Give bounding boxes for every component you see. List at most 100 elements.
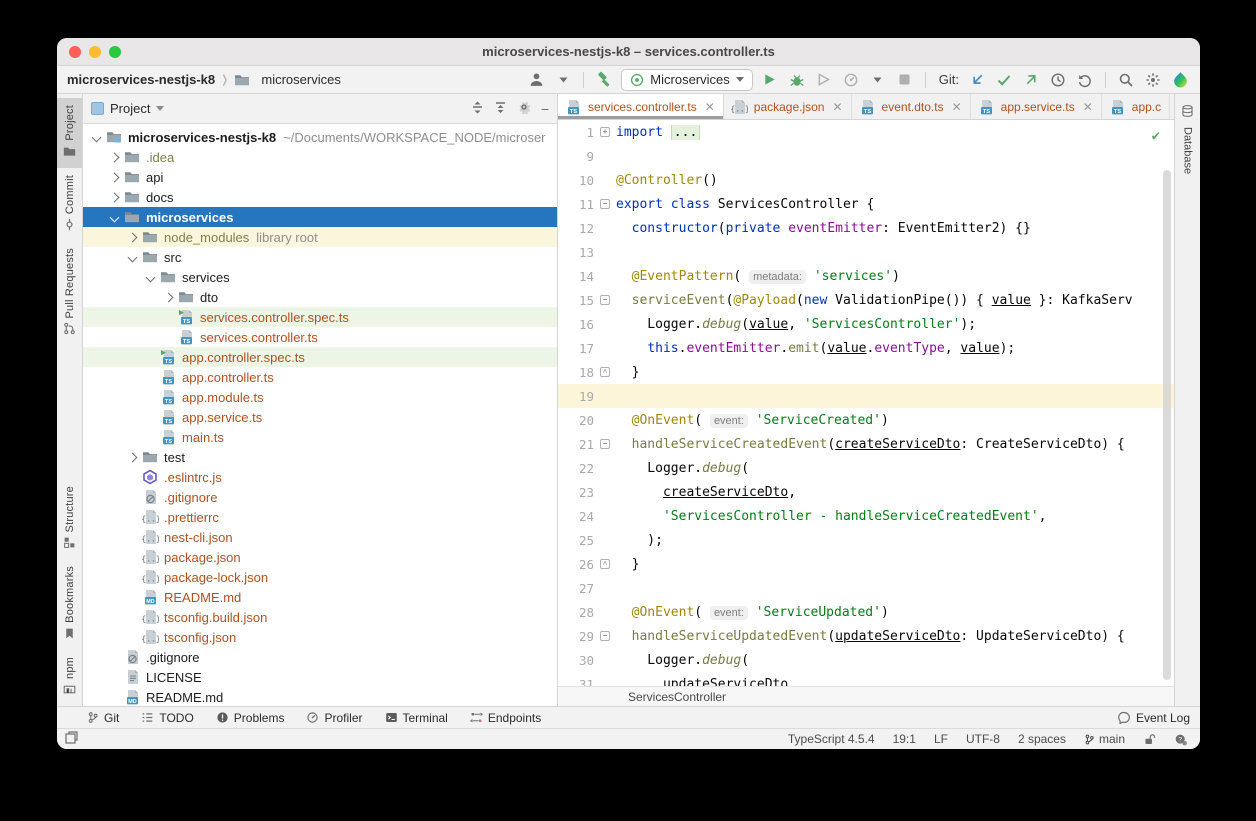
toolwindow-button-npm[interactable]: npm (57, 650, 82, 706)
breadcrumb[interactable]: microservices-nestjs-k8 ❭ microservices (67, 72, 341, 88)
reader-mode-icon[interactable]: ? (1174, 733, 1188, 746)
tree-item[interactable]: MDREADME.md (83, 587, 557, 607)
editor-tab[interactable]: {..}package.json✕ (724, 94, 852, 119)
fold-plus-icon[interactable]: + (600, 127, 610, 137)
fold-minus-icon[interactable]: − (600, 199, 610, 209)
code-line[interactable]: 24 'ServicesController - handleServiceCr… (558, 504, 1174, 528)
code-line[interactable]: 12 constructor(private eventEmitter: Eve… (558, 216, 1174, 240)
fold-minus-icon[interactable]: − (600, 439, 610, 449)
stop-icon[interactable] (895, 70, 915, 90)
tree-item[interactable]: node_moduleslibrary root (83, 227, 557, 247)
fold-gutter[interactable]: ˄ (594, 559, 616, 569)
code-line[interactable]: 28 @OnEvent( event: 'ServiceUpdated') (558, 600, 1174, 624)
caret-down-sm-icon[interactable] (868, 70, 888, 90)
title-bar[interactable]: microservices-nestjs-k8 – services.contr… (57, 38, 1200, 66)
tree-item[interactable]: TSmain.ts (83, 427, 557, 447)
code-line[interactable]: 11−export class ServicesController { (558, 192, 1174, 216)
toolwindow-button-profiler[interactable]: Profiler (306, 711, 362, 725)
editor-tab[interactable]: TSapp.c (1102, 94, 1170, 119)
git-branch-widget[interactable]: main (1084, 732, 1125, 746)
editor-breadcrumb[interactable]: ServicesController (628, 690, 726, 704)
code-line[interactable]: 19 (558, 384, 1174, 408)
close-tab-icon[interactable]: ✕ (952, 100, 962, 114)
fold-gutter[interactable]: − (594, 631, 616, 641)
code-line[interactable]: 13 (558, 240, 1174, 264)
zoom-window-button[interactable] (109, 46, 121, 58)
code-line[interactable]: 23 createServiceDto, (558, 480, 1174, 504)
code-line[interactable]: 29− handleServiceUpdatedEvent(updateServ… (558, 624, 1174, 648)
code-line[interactable]: 17 this.eventEmitter.emit(value.eventTyp… (558, 336, 1174, 360)
tree-item[interactable]: MDREADME.md (83, 687, 557, 706)
chevron-down-icon[interactable] (92, 132, 102, 142)
toolwindow-button-git[interactable]: Git (87, 711, 119, 725)
tree-item[interactable]: {..}package.json (83, 547, 557, 567)
code-line[interactable]: 9 (558, 144, 1174, 168)
history-icon[interactable] (1048, 70, 1068, 90)
chevron-right-icon[interactable] (128, 232, 138, 242)
gradient-icon[interactable] (1170, 70, 1190, 90)
run-icon[interactable] (760, 70, 780, 90)
fold-gutter[interactable]: − (594, 439, 616, 449)
caret-down-sm-icon[interactable] (553, 70, 573, 90)
git-update-icon[interactable] (967, 70, 987, 90)
minimize-window-button[interactable] (89, 46, 101, 58)
tree-item[interactable]: {..}nest-cli.json (83, 527, 557, 547)
tree-item[interactable]: {..}tsconfig.json (83, 627, 557, 647)
tree-item[interactable]: .gitignore (83, 647, 557, 667)
tree-item[interactable]: TSapp.controller.ts (83, 367, 557, 387)
chevron-right-icon[interactable] (164, 292, 174, 302)
status-item[interactable]: 2 spaces (1018, 732, 1066, 746)
project-view-dropdown-icon[interactable] (156, 106, 164, 111)
tree-item[interactable]: .eslintrc.js (83, 467, 557, 487)
tree-item[interactable]: dto (83, 287, 557, 307)
code-line[interactable]: 22 Logger.debug( (558, 456, 1174, 480)
toolwindow-button-pull-requests[interactable]: Pull Requests (57, 241, 82, 345)
close-window-button[interactable] (69, 46, 81, 58)
settings-icon[interactable] (1143, 70, 1163, 90)
chevron-right-icon[interactable] (110, 172, 120, 182)
tree-item[interactable]: src (83, 247, 557, 267)
close-tab-icon[interactable]: ✕ (832, 100, 842, 114)
toolwindow-button-bookmarks[interactable]: Bookmarks (57, 559, 82, 650)
status-item[interactable]: UTF-8 (966, 732, 1000, 746)
code-line[interactable]: 10@Controller() (558, 168, 1174, 192)
code-editor[interactable]: 1+import ...910@Controller()11−export cl… (558, 120, 1174, 686)
inspection-ok-icon[interactable]: ✔ (1152, 128, 1160, 144)
code-line[interactable]: 14 @EventPattern( metadata: 'services') (558, 264, 1174, 288)
tree-item[interactable]: api (83, 167, 557, 187)
code-line[interactable]: 16 Logger.debug(value, 'ServicesControll… (558, 312, 1174, 336)
chevron-down-icon[interactable] (128, 252, 138, 262)
tree-item[interactable]: microservices (83, 207, 557, 227)
code-line[interactable]: 20 @OnEvent( event: 'ServiceCreated') (558, 408, 1174, 432)
debug-icon[interactable] (787, 70, 807, 90)
tree-item[interactable]: {..}.prettierrc (83, 507, 557, 527)
toolwindow-button-structure[interactable]: Structure (57, 479, 82, 559)
breadcrumb-folder[interactable]: microservices (261, 72, 340, 87)
settings-gear-icon[interactable] (517, 100, 531, 117)
fold-minus-icon[interactable]: − (600, 295, 610, 305)
status-item[interactable]: 19:1 (893, 732, 916, 746)
hammer-icon[interactable] (594, 70, 614, 90)
profiler-icon[interactable] (841, 70, 861, 90)
chevron-right-icon[interactable] (110, 152, 120, 162)
toolwindow-button-problems[interactable]: Problems (216, 711, 285, 725)
user-icon[interactable] (526, 70, 546, 90)
tree-item[interactable]: .idea (83, 147, 557, 167)
tree-item[interactable]: TSapp.module.ts (83, 387, 557, 407)
close-tab-icon[interactable]: ✕ (1083, 100, 1093, 114)
git-push-icon[interactable] (1021, 70, 1041, 90)
fold-gutter[interactable]: + (594, 127, 616, 137)
chevron-right-icon[interactable] (110, 192, 120, 202)
tree-item[interactable]: {..}tsconfig.build.json (83, 607, 557, 627)
toolwindow-button-commit[interactable]: Commit (57, 168, 82, 241)
code-line[interactable]: 27 (558, 576, 1174, 600)
coverage-icon[interactable] (814, 70, 834, 90)
fold-end-icon[interactable]: ˄ (600, 559, 610, 569)
collapse-all-icon[interactable] (494, 101, 507, 117)
close-tab-icon[interactable]: ✕ (705, 100, 715, 114)
rollback-icon[interactable] (1075, 70, 1095, 90)
expand-all-icon[interactable] (471, 101, 484, 117)
fold-gutter[interactable]: ˄ (594, 367, 616, 377)
tree-item[interactable]: TSapp.controller.spec.ts (83, 347, 557, 367)
fold-minus-icon[interactable]: − (600, 631, 610, 641)
